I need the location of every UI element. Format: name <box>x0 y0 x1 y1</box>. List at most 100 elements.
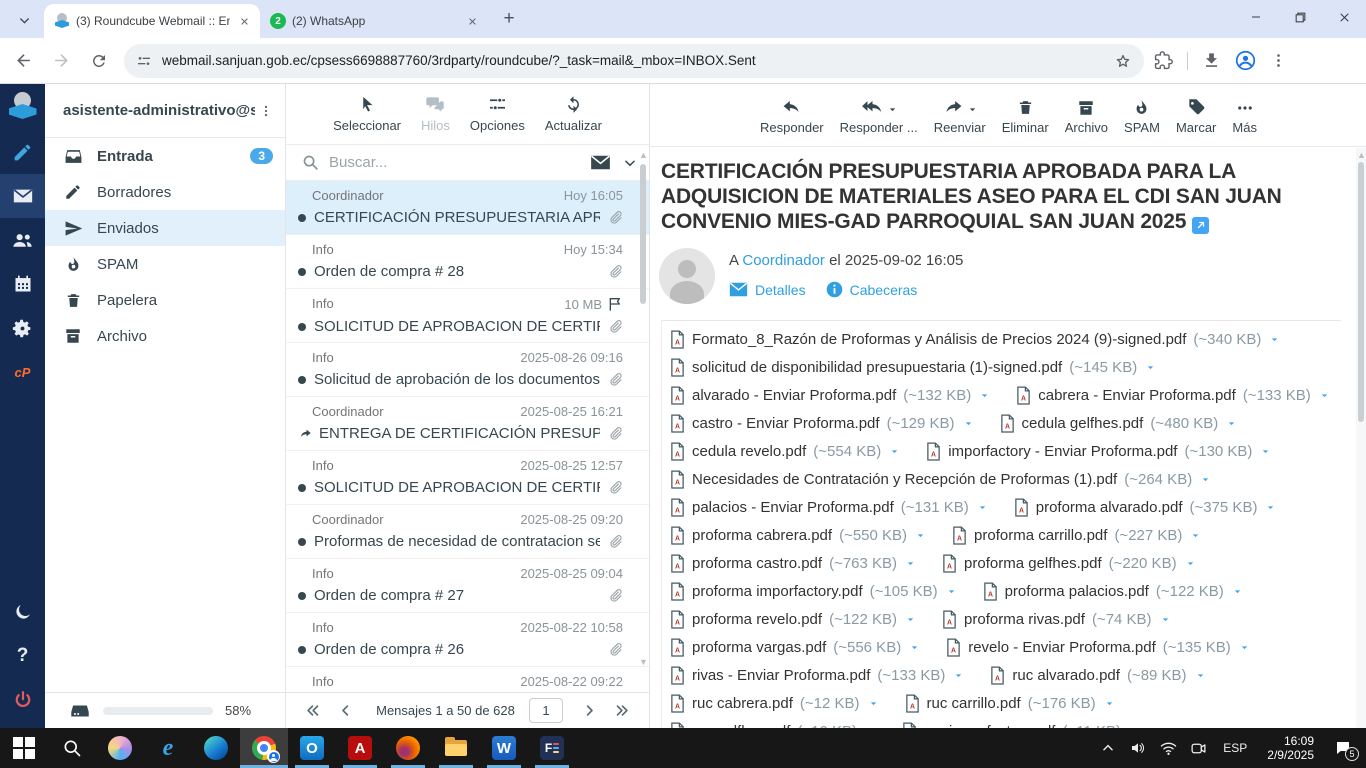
attachment-menu-icon[interactable] <box>1269 334 1280 345</box>
attachment-name[interactable]: proforma castro.pdf <box>692 555 822 572</box>
volume-icon[interactable] <box>1125 740 1151 756</box>
eliminar-button[interactable]: Eliminar <box>1002 93 1049 135</box>
attachment-menu-icon[interactable] <box>889 446 900 457</box>
search-bar[interactable] <box>286 144 649 181</box>
message-list-row[interactable]: CoordinadorHoy 16:05CERTIFICACIÓN PRESUP… <box>286 181 649 235</box>
attachment-menu-icon[interactable] <box>1104 698 1115 709</box>
downloads-icon[interactable] <box>1202 51 1221 70</box>
headers-toggle[interactable]: Cabeceras <box>826 281 918 298</box>
attachment-menu-icon[interactable] <box>1319 390 1330 401</box>
new-tab-button[interactable]: + <box>496 6 522 32</box>
attachment-name[interactable]: proforma revelo.pdf <box>692 611 822 628</box>
attachment-item[interactable]: Aalvarado - Enviar Proforma.pdf(~132 KB) <box>670 385 990 405</box>
sidebar-item-archivo[interactable]: Archivo <box>45 318 285 354</box>
sidebar-item-enviados[interactable]: Enviados <box>45 210 285 246</box>
attachment-menu-icon[interactable] <box>915 530 926 541</box>
message-list-row[interactable]: Info2025-08-22 09:22 <box>286 667 649 692</box>
attachment-name[interactable]: rivas - Enviar Proforma.pdf <box>692 667 870 684</box>
attachment-menu-icon[interactable] <box>905 614 916 625</box>
list-scrollbar[interactable]: ▲ ▼ <box>638 146 648 691</box>
attachment-name[interactable]: cabrera - Enviar Proforma.pdf <box>1038 387 1236 404</box>
attachment-menu-icon[interactable] <box>977 502 988 513</box>
attachment-item[interactable]: Aproforma gelfhes.pdf(~220 KB) <box>942 553 1196 573</box>
nav-calendar-button[interactable] <box>0 262 45 306</box>
attachment-item[interactable]: AFormato_8_Razón de Proformas y Análisis… <box>670 329 1280 349</box>
attachment-name[interactable]: proforma imporfactory.pdf <box>692 583 863 600</box>
message-list-row[interactable]: Info2025-08-22 10:58Orden de compra # 26 <box>286 613 649 667</box>
attachment-item[interactable]: Acedula gelfhes.pdf(~480 KB) <box>1000 413 1238 433</box>
chevron-down-icon[interactable] <box>887 104 898 115</box>
site-info-icon[interactable] <box>136 53 152 69</box>
attachment-item[interactable]: Aproforma carrillo.pdf(~227 KB) <box>952 525 1201 545</box>
attachment-name[interactable]: proforma alvarado.pdf <box>1036 499 1183 516</box>
prev-page-icon[interactable] <box>329 703 362 718</box>
attachment-name[interactable]: proforma palacios.pdf <box>1005 583 1149 600</box>
taskbar-fapp-button[interactable]: F <box>528 728 576 768</box>
wifi-icon[interactable] <box>1155 740 1181 757</box>
attachment-menu-icon[interactable] <box>1239 642 1250 653</box>
attachment-menu-icon[interactable] <box>868 698 879 709</box>
tab-search-button[interactable] <box>10 6 38 34</box>
nav-contacts-button[interactable] <box>0 218 45 262</box>
browser-menu-icon[interactable] <box>1270 52 1287 69</box>
attachment-item[interactable]: Aproforma alvarado.pdf(~375 KB) <box>1014 497 1277 517</box>
search-scope-icon[interactable] <box>590 154 611 171</box>
attachment-menu-icon[interactable] <box>953 670 964 681</box>
attachment-name[interactable]: castro - Enviar Proforma.pdf <box>692 415 880 432</box>
tab-close-icon[interactable] <box>464 13 480 29</box>
reading-scrollbar[interactable]: ▲ <box>1356 148 1366 728</box>
attachment-item[interactable]: Aproforma rivas.pdf(~74 KB) <box>942 609 1171 629</box>
message-list-row[interactable]: Info2025-08-25 09:04Orden de compra # 27 <box>286 559 649 613</box>
attachment-name[interactable]: ruc carrillo.pdf <box>927 695 1021 712</box>
attachment-item[interactable]: Aruc carrillo.pdf(~176 KB) <box>905 693 1115 713</box>
search-input[interactable] <box>329 154 580 171</box>
message-list-row[interactable]: Info2025-08-26 09:16Solicitud de aprobac… <box>286 343 649 397</box>
message-list-row[interactable]: Coordinador2025-08-25 09:20Proformas de … <box>286 505 649 559</box>
address-bar[interactable]: webmail.sanjuan.gob.ec/cpsess6698887760/… <box>124 44 1144 78</box>
attachment-menu-icon[interactable] <box>1200 474 1211 485</box>
reenviar-button[interactable]: Reenviar <box>934 93 986 135</box>
attachment-item[interactable]: Aproforma imporfactory.pdf(~105 KB) <box>670 581 957 601</box>
help-button[interactable]: ? <box>0 634 45 678</box>
tab-roundcube[interactable]: (3) Roundcube Webmail :: Envia <box>44 4 260 38</box>
sidebar-item-borradores[interactable]: Borradores <box>45 174 285 210</box>
attachment-item[interactable]: Aproforma revelo.pdf(~122 KB) <box>670 609 916 629</box>
attachment-menu-icon[interactable] <box>1226 418 1237 429</box>
close-button[interactable] <box>1322 0 1366 34</box>
responder-button[interactable]: Responder <box>760 93 824 135</box>
attachment-menu-icon[interactable] <box>979 390 990 401</box>
attachment-name[interactable]: proforma gelfhes.pdf <box>964 555 1102 572</box>
reload-button[interactable] <box>84 46 114 76</box>
attachment-item[interactable]: Aproforma cabrera.pdf(~550 KB) <box>670 525 926 545</box>
account-header[interactable]: asistente-administrativo@sa... <box>45 84 285 138</box>
attachment-item[interactable]: Arevelo - Enviar Proforma.pdf(~135 KB) <box>946 637 1250 657</box>
attachment-name[interactable]: imporfactory - Enviar Proforma.pdf <box>948 443 1177 460</box>
restore-button[interactable] <box>1278 0 1322 34</box>
attachment-item[interactable]: Acedula revelo.pdf(~554 KB) <box>670 441 900 461</box>
meet-now-icon[interactable] <box>1185 740 1211 757</box>
nav-settings-button[interactable] <box>0 306 45 350</box>
cpanel-icon[interactable]: cP <box>0 350 45 394</box>
details-toggle[interactable]: Detalles <box>729 282 806 298</box>
compose-button[interactable] <box>0 130 45 174</box>
attachment-name[interactable]: Necesidades de Contratación y Recepción … <box>692 471 1117 488</box>
tab-close-icon[interactable] <box>236 13 252 29</box>
taskbar-copilot-button[interactable] <box>96 728 144 768</box>
page-number-input[interactable]: 1 <box>529 698 563 723</box>
message-list-row[interactable]: Info2025-08-25 12:57SOLICITUD DE APROBAC… <box>286 451 649 505</box>
back-button[interactable] <box>8 46 38 76</box>
attachment-name[interactable]: solicitud de disponibilidad presupuestar… <box>692 359 1062 376</box>
attachment-menu-icon[interactable] <box>1190 530 1201 541</box>
taskbar-edge-button[interactable] <box>192 728 240 768</box>
attachment-item[interactable]: ANecesidades de Contratación y Recepción… <box>670 469 1211 489</box>
attachment-menu-icon[interactable] <box>1260 446 1271 457</box>
marcar-button[interactable]: Marcar <box>1176 93 1216 135</box>
attachment-item[interactable]: Asolicitud de disponibilidad presupuesta… <box>670 357 1156 377</box>
bookmark-star-icon[interactable] <box>1114 52 1132 70</box>
attachment-menu-icon[interactable] <box>1185 558 1196 569</box>
notification-center-button[interactable]: 5 <box>1326 739 1360 757</box>
attachment-item[interactable]: Aproforma castro.pdf(~763 KB) <box>670 553 916 573</box>
attachment-item[interactable]: Arivas - Enviar Proforma.pdf(~133 KB) <box>670 665 964 685</box>
taskbar-clock[interactable]: 16:09 2/9/2025 <box>1259 734 1322 762</box>
attachment-name[interactable]: proforma cabrera.pdf <box>692 527 832 544</box>
